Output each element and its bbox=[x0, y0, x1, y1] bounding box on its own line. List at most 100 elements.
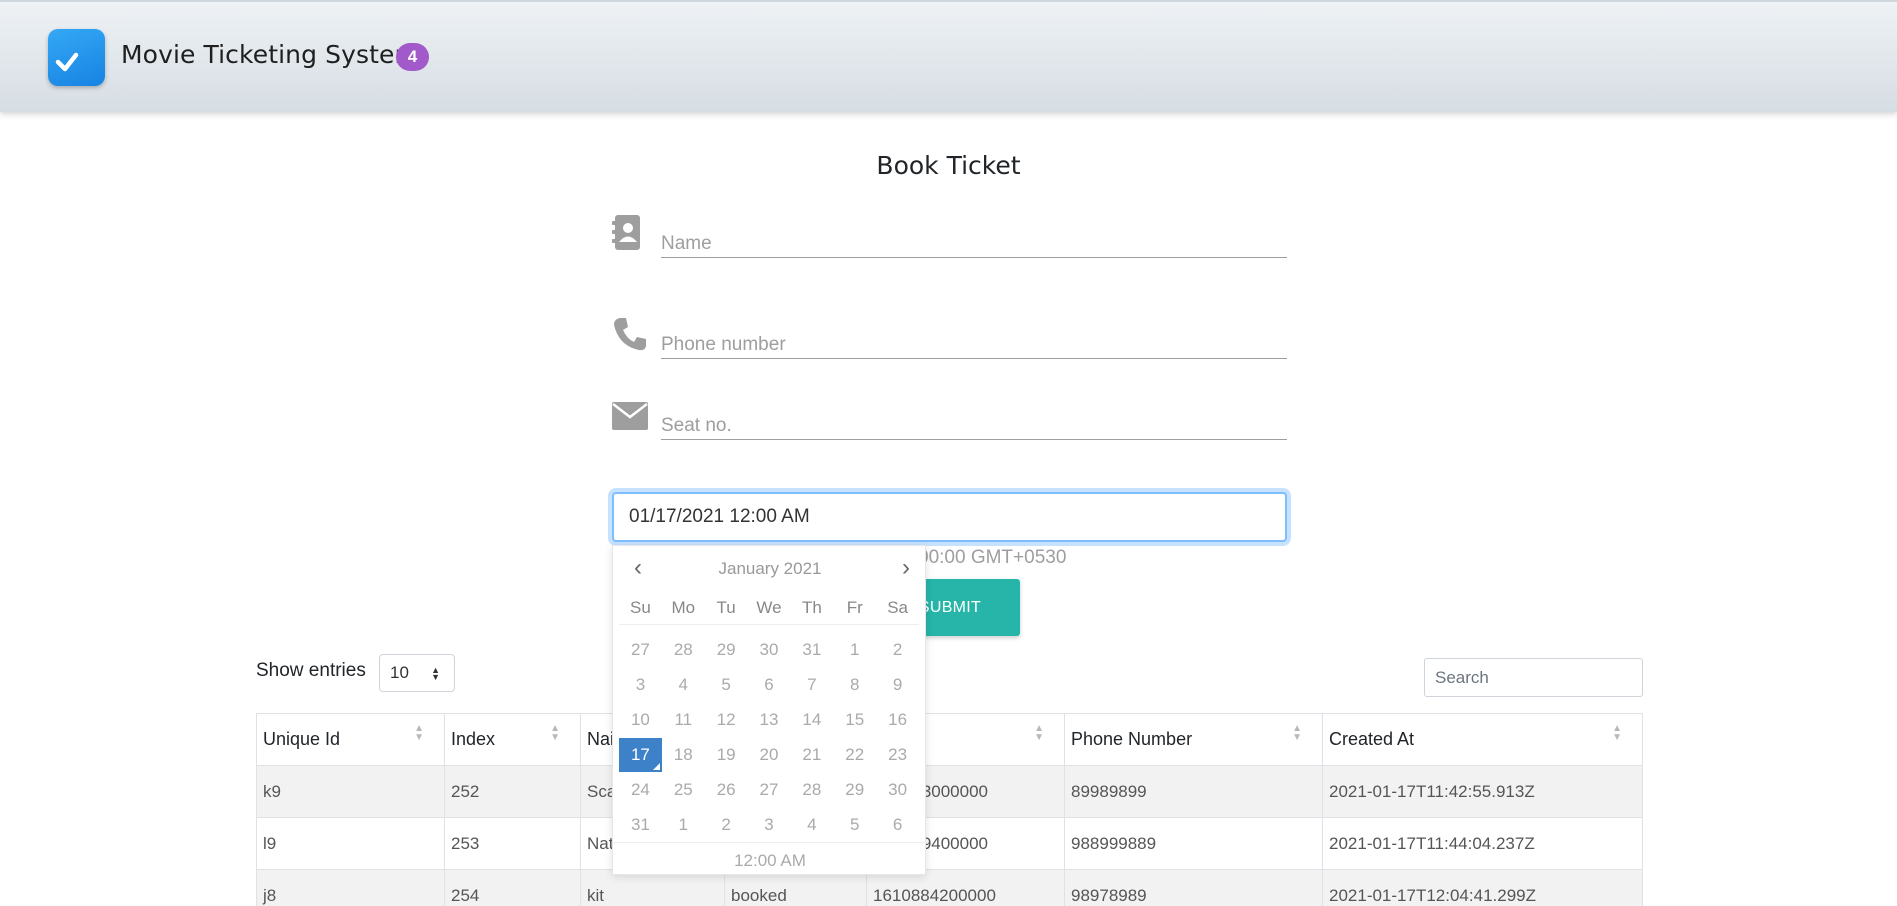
sort-icon: ▲ ▼ bbox=[1612, 723, 1622, 743]
datepicker-popup: ‹ January 2021 › Su Mo Tu We Th Fr Sa 27… bbox=[612, 545, 927, 875]
datepicker-day[interactable]: 2 bbox=[705, 808, 748, 842]
datepicker-month-title[interactable]: January 2021 bbox=[613, 559, 927, 579]
table-row[interactable]: k9 252 Sca 3000000 89989899 2021-01-17T1… bbox=[256, 765, 1643, 818]
datepicker-week-row: 24 25 26 27 28 29 30 bbox=[619, 772, 919, 807]
sort-icon: ▲ ▼ bbox=[1034, 723, 1044, 743]
sort-icon: ▲ ▼ bbox=[550, 723, 560, 743]
datepicker-day[interactable]: 4 bbox=[662, 668, 705, 702]
sort-icon: ▲ ▼ bbox=[414, 723, 424, 743]
datepicker-day[interactable]: 23 bbox=[876, 738, 919, 772]
checkmark-logo-icon[interactable] bbox=[48, 29, 105, 86]
column-header-label: Unique Id bbox=[263, 729, 341, 749]
name-input[interactable] bbox=[661, 224, 1287, 258]
table-cell: 252 bbox=[444, 765, 581, 818]
datepicker-day[interactable]: 20 bbox=[748, 738, 791, 772]
datepicker-day[interactable]: 9 bbox=[876, 668, 919, 702]
datepicker-day[interactable]: 31 bbox=[619, 808, 662, 842]
datepicker-day[interactable]: 13 bbox=[748, 703, 791, 737]
datepicker-day[interactable]: 14 bbox=[790, 703, 833, 737]
column-header-label: Created At bbox=[1329, 729, 1415, 749]
datepicker-day[interactable]: 1 bbox=[662, 808, 705, 842]
table-cell: 2021-01-17T11:44:04.237Z bbox=[1322, 817, 1643, 870]
datepicker-day[interactable]: 3 bbox=[748, 808, 791, 842]
datepicker-day[interactable]: 21 bbox=[790, 738, 833, 772]
sort-icon: ▲ ▼ bbox=[1292, 723, 1302, 743]
column-header[interactable]: Index ▲ ▼ bbox=[444, 713, 581, 766]
datepicker-day[interactable]: 19 bbox=[705, 738, 748, 772]
datepicker-day[interactable]: 4 bbox=[790, 808, 833, 842]
table-row[interactable]: j8 254 kit booked 1610884200000 98978989… bbox=[256, 869, 1643, 906]
phone-number-input[interactable] bbox=[661, 325, 1287, 359]
table-cell: 89989899 bbox=[1064, 765, 1323, 818]
weekday-label: Sa bbox=[887, 598, 908, 617]
datepicker-week-row: 10 11 12 13 14 15 16 bbox=[619, 702, 919, 737]
table-cell: 2021-01-17T11:42:55.913Z bbox=[1322, 765, 1643, 818]
datepicker-week-row: 3456789 bbox=[619, 667, 919, 702]
table-cell: 253 bbox=[444, 817, 581, 870]
column-header-label: Nai bbox=[587, 729, 615, 749]
app-header: Movie Ticketing System 4 bbox=[0, 0, 1897, 112]
weekday-label: Su bbox=[630, 598, 651, 617]
table-row[interactable]: l9 253 Nat 9400000 988999889 2021-01-17T… bbox=[256, 817, 1643, 870]
next-month-icon[interactable]: › bbox=[891, 554, 921, 582]
datepicker-day[interactable]: 31 bbox=[790, 633, 833, 667]
datepicker-day[interactable]: 10 bbox=[619, 703, 662, 737]
table-cell: j8 bbox=[256, 869, 445, 906]
datepicker-day[interactable]: 27 bbox=[748, 773, 791, 807]
datetime-helper-text: 00:00 GMT+0530 bbox=[918, 547, 1067, 568]
table-cell: 98978989 bbox=[1064, 869, 1323, 906]
datepicker-day[interactable]: 12 bbox=[705, 703, 748, 737]
datepicker-day[interactable]: 2 bbox=[876, 633, 919, 667]
datepicker-day[interactable]: 25 bbox=[662, 773, 705, 807]
datepicker-day[interactable]: 29 bbox=[833, 773, 876, 807]
datepicker-day[interactable]: 16 bbox=[876, 703, 919, 737]
weekday-label: Tu bbox=[716, 598, 736, 617]
column-header[interactable]: Unique Id ▲ ▼ bbox=[256, 713, 445, 766]
datepicker-week-row: 27 28 29 30 31 1 2 bbox=[619, 632, 919, 667]
datepicker-day[interactable]: 8 bbox=[833, 668, 876, 702]
show-entries-label: Show entries bbox=[256, 660, 366, 681]
datepicker-day[interactable]: 28 bbox=[790, 773, 833, 807]
datepicker-day[interactable]: 1 bbox=[833, 633, 876, 667]
datepicker-day[interactable]: 11 bbox=[662, 703, 705, 737]
weekday-header: Su Mo Tu We Th Fr Sa bbox=[619, 598, 919, 625]
datepicker-day[interactable]: 22 bbox=[833, 738, 876, 772]
contact-book-icon bbox=[612, 214, 642, 256]
datepicker-day[interactable]: 24 bbox=[619, 773, 662, 807]
table-cell: 2021-01-17T12:04:41.299Z bbox=[1322, 869, 1643, 906]
datepicker-day[interactable]: 30 bbox=[748, 633, 791, 667]
datepicker-day[interactable]: 5 bbox=[833, 808, 876, 842]
datepicker-day[interactable]: 30 bbox=[876, 773, 919, 807]
form-title: Book Ticket bbox=[876, 151, 1021, 180]
weekday-label: Fr bbox=[846, 598, 863, 617]
column-header-label: Index bbox=[451, 729, 496, 749]
datepicker-day[interactable]: 26 bbox=[705, 773, 748, 807]
datetime-input[interactable] bbox=[612, 492, 1287, 542]
search-input[interactable] bbox=[1424, 658, 1643, 697]
datepicker-time[interactable]: 12:00 AM bbox=[613, 842, 927, 871]
datepicker-week-row: 17 18 19 20 21 22 23 bbox=[619, 737, 919, 772]
datepicker-day[interactable]: 18 bbox=[662, 738, 705, 772]
datepicker-day[interactable]: 28 bbox=[662, 633, 705, 667]
table-header-row: Unique Id ▲ ▼ Index ▲ ▼ Nai ▲ ▼ Phone Number ▲… bbox=[256, 713, 1643, 766]
table-cell: 988999889 bbox=[1064, 817, 1323, 870]
datepicker-day[interactable]: 6 bbox=[876, 808, 919, 842]
datepicker-day[interactable]: 3 bbox=[619, 668, 662, 702]
bookings-table: Unique Id ▲ ▼ Index ▲ ▼ Nai ▲ ▼ Phone Number ▲… bbox=[256, 713, 1643, 906]
datepicker-day-grid: 27 28 29 30 31 1 2 3 4 5 6 7 8 9 10 11 12 13 14 15 16 17 18 19 2… bbox=[619, 632, 919, 842]
seat-number-input[interactable] bbox=[661, 406, 1287, 440]
datepicker-day[interactable]: 6 bbox=[748, 668, 791, 702]
sort-arrows-icon: ▲ ▼ bbox=[431, 665, 440, 682]
column-header[interactable]: Created At ▲ ▼ bbox=[1322, 713, 1643, 766]
datepicker-day[interactable]: 5 bbox=[705, 668, 748, 702]
column-header-label: Phone Number bbox=[1071, 729, 1193, 749]
phone-icon bbox=[612, 316, 648, 357]
datepicker-day-selected[interactable]: 17 bbox=[619, 737, 662, 772]
table-cell: k9 bbox=[256, 765, 445, 818]
datepicker-day[interactable]: 7 bbox=[790, 668, 833, 702]
column-header[interactable]: Phone Number ▲ ▼ bbox=[1064, 713, 1323, 766]
entries-select[interactable]: 10 ▲ ▼ bbox=[379, 654, 455, 692]
datepicker-day[interactable]: 29 bbox=[705, 633, 748, 667]
datepicker-day[interactable]: 27 bbox=[619, 633, 662, 667]
datepicker-day[interactable]: 15 bbox=[833, 703, 876, 737]
